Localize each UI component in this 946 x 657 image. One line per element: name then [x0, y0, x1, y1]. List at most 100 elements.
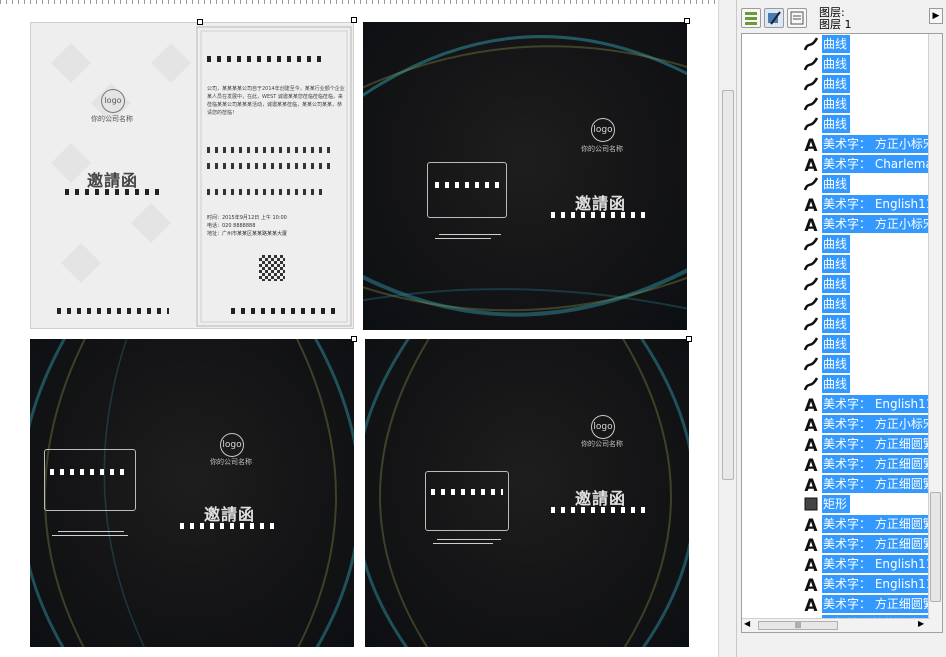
object-row[interactable]: 矩形	[742, 494, 930, 514]
svg-text:A: A	[804, 156, 818, 173]
object-row[interactable]: A 美术字： 方正细圆繁	[742, 454, 930, 474]
artistic-text-icon: A	[804, 476, 818, 493]
tree-hscroll-thumb[interactable]: |||	[758, 621, 838, 630]
artistic-text-icon: A	[804, 456, 818, 473]
object-row[interactable]: A美术字： Charlemagne	[742, 154, 930, 174]
object-label: 美术字： 方正小标宋	[822, 135, 930, 153]
company-name: 你的公司名称	[91, 115, 133, 123]
object-row[interactable]: A 美术字： English111	[742, 574, 930, 594]
cover-arcs	[363, 35, 687, 317]
svg-text:A: A	[804, 216, 818, 233]
title-nodes[interactable]	[180, 523, 276, 529]
object-label: 美术字： 方正小标宋	[822, 215, 930, 233]
object-label: 矩形	[822, 495, 850, 513]
script-nodes-1[interactable]	[207, 147, 335, 153]
invitation-title: 邀請函	[575, 194, 627, 213]
selection-handle[interactable]	[686, 336, 692, 342]
drawing-canvas[interactable]: logo 你的公司名称 邀請函 公司，某某某某公司自于2014年创建至今，某某行…	[0, 4, 718, 657]
invitation-cover-page-2[interactable]: logo 你的公司名称 邀請函	[30, 339, 354, 647]
scroll-left-arrow[interactable]: ◀	[744, 619, 750, 628]
svg-text:A: A	[804, 596, 818, 613]
script-nodes-3[interactable]	[207, 189, 325, 195]
contact-nodes[interactable]	[431, 489, 503, 495]
layer-manager-icon	[790, 11, 804, 25]
object-label: 曲线	[822, 375, 850, 393]
company-name: 你的公司名称	[581, 440, 623, 448]
invitation-cover-page-3[interactable]: logo 你的公司名称 邀請函	[365, 339, 689, 647]
tree-scroll-thumb[interactable]	[930, 492, 941, 602]
object-row[interactable]: 曲线	[742, 334, 930, 354]
show-properties-button[interactable]	[741, 8, 761, 28]
scroll-right-arrow[interactable]: ▶	[918, 619, 924, 628]
object-row[interactable]: 曲线	[742, 54, 930, 74]
layer-manager-view-button[interactable]	[787, 8, 807, 28]
object-row[interactable]: 曲线	[742, 74, 930, 94]
title-nodes[interactable]	[551, 507, 647, 513]
underline	[58, 531, 124, 532]
object-row[interactable]: A 美术字： 方正小标宋	[742, 134, 930, 154]
object-row[interactable]: A 美术字： 方正细圆繁	[742, 534, 930, 554]
object-row[interactable]: A 美术字： 方正细圆繁	[742, 514, 930, 534]
contact-block[interactable]	[44, 449, 136, 511]
object-row[interactable]: A 美术字： 方正小标宋	[742, 414, 930, 434]
object-manager-panel: 图层: 图层 1 ▶ 曲线 曲线 曲线 曲线 曲线 A 美术字： 方正小标宋 A 美术字： Ch…	[736, 0, 946, 657]
header-nodes[interactable]	[207, 56, 327, 62]
script-nodes-2[interactable]	[207, 163, 335, 169]
selection-handle[interactable]	[351, 336, 357, 342]
canvas-vertical-scrollbar[interactable]	[718, 0, 736, 657]
object-row[interactable]: 曲线	[742, 94, 930, 114]
contact-nodes[interactable]	[435, 182, 501, 188]
object-row[interactable]: A 美术字： 方正细圆繁	[742, 594, 930, 614]
object-row[interactable]: A 美术字： 方正小标宋	[742, 214, 930, 234]
object-row[interactable]: 曲线	[742, 234, 930, 254]
curve-icon	[803, 277, 819, 291]
object-row[interactable]: 曲线	[742, 374, 930, 394]
logo-text: logo	[593, 125, 613, 135]
invitation-cover-page-1[interactable]: logo 你的公司名称 邀請函	[363, 22, 687, 330]
object-label: 美术字： Charlemagne	[822, 155, 930, 173]
contact-block[interactable]	[427, 162, 507, 218]
canvas-scroll-thumb[interactable]	[722, 90, 734, 480]
object-row[interactable]: A 美术字： English111	[742, 194, 930, 214]
object-row[interactable]: 曲线	[742, 274, 930, 294]
selection-handle[interactable]	[197, 19, 203, 25]
object-label: 曲线	[822, 355, 850, 373]
time-line: 时间：2015年9月12日 上午 10:00	[207, 215, 287, 221]
panel-flyout-button[interactable]: ▶	[929, 8, 943, 24]
object-row[interactable]: 曲线	[742, 114, 930, 134]
object-row[interactable]: 曲线	[742, 314, 930, 334]
footer-nodes-left[interactable]	[57, 308, 169, 314]
svg-text:A: A	[804, 456, 818, 473]
object-row[interactable]: 曲线	[742, 34, 930, 54]
tree-horizontal-scrollbar[interactable]: ◀ ||| ▶	[742, 618, 930, 632]
object-row[interactable]: A 美术字： 方正细圆繁	[742, 434, 930, 454]
selection-handle[interactable]	[351, 17, 357, 23]
object-row[interactable]: 曲线	[742, 174, 930, 194]
title-nodes[interactable]	[551, 212, 647, 218]
object-row[interactable]: 曲线	[742, 354, 930, 374]
invitation-inner-page[interactable]: logo 你的公司名称 邀請函 公司，某某某某公司自于2014年创建至今，某某行…	[30, 22, 354, 329]
footer-nodes-right[interactable]	[231, 308, 341, 314]
svg-text:A: A	[804, 136, 818, 153]
contact-block[interactable]	[425, 471, 509, 531]
svg-text:A: A	[804, 416, 818, 433]
object-row[interactable]: A 美术字： English111	[742, 554, 930, 574]
object-row[interactable]: 曲线	[742, 254, 930, 274]
artistic-text-icon: A	[804, 576, 818, 593]
svg-text:A: A	[804, 196, 818, 213]
object-label: 曲线	[822, 255, 850, 273]
selection-handle[interactable]	[684, 18, 690, 24]
logo-text: logo	[222, 440, 242, 450]
title-nodes[interactable]	[65, 189, 161, 195]
layers-list-icon	[745, 12, 757, 25]
curve-icon	[803, 37, 819, 51]
object-row[interactable]: A 美术字： 方正细圆繁	[742, 474, 930, 494]
svg-text:A: A	[804, 536, 818, 553]
object-row[interactable]: A 美术字： English111	[742, 394, 930, 414]
object-row[interactable]: 曲线	[742, 294, 930, 314]
tree-vertical-scrollbar[interactable]	[928, 34, 942, 632]
artistic-text-icon: A	[804, 536, 818, 553]
object-tree[interactable]: 曲线曲线曲线曲线曲线A美术字： 方正小标宋A美术字： Charlemagne曲线…	[741, 33, 943, 633]
edit-across-layers-button[interactable]	[764, 8, 784, 28]
contact-nodes[interactable]	[50, 469, 130, 475]
